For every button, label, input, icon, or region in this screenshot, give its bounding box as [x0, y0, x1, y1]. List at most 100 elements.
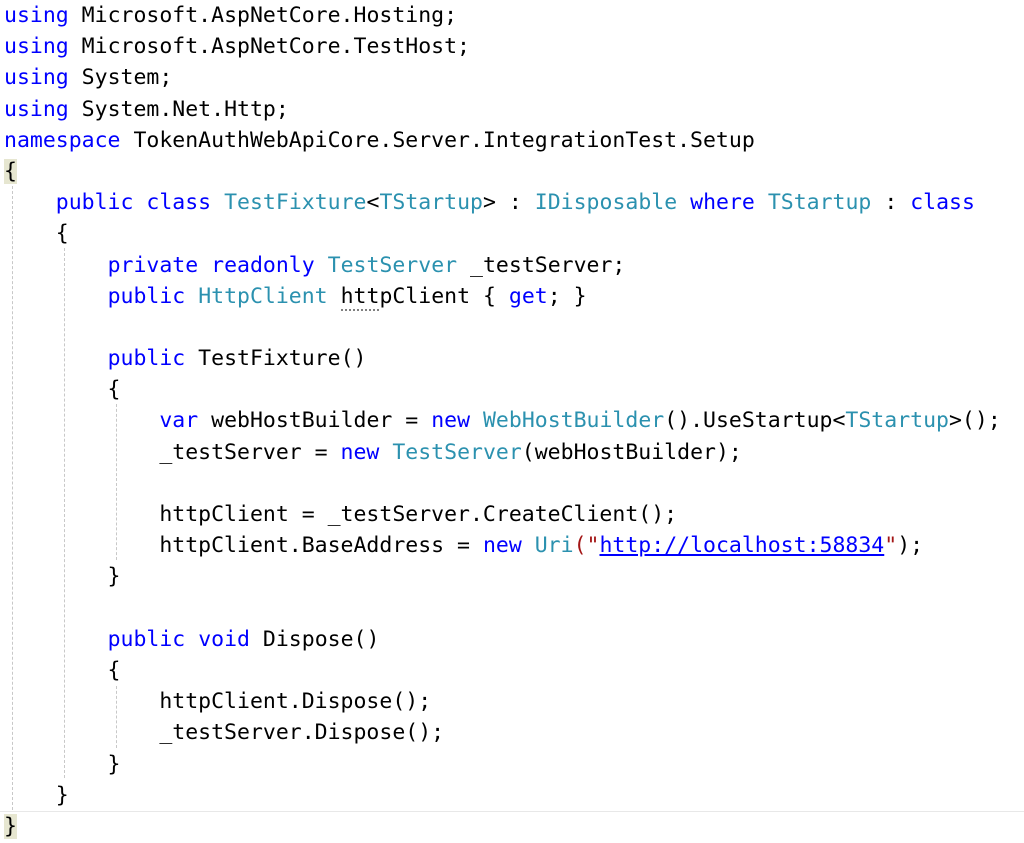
code-line[interactable]: using System;: [4, 62, 1001, 93]
code-line[interactable]: }: [4, 811, 1001, 842]
code-token: }: [4, 564, 121, 590]
code-token: >();: [948, 408, 1001, 434]
code-token: <: [366, 190, 380, 216]
type-token: TStartup: [767, 190, 872, 216]
keyword-token: public: [107, 346, 186, 372]
code-token: _testServer;: [457, 252, 626, 278]
code-line[interactable]: using System.Net.Http;: [4, 94, 1001, 125]
code-token: TestFixture(): [185, 346, 367, 372]
keyword-token: public: [107, 626, 186, 652]
code-line[interactable]: [4, 593, 1001, 624]
matched-brace: }: [4, 813, 17, 839]
code-token: > :: [483, 190, 535, 216]
keyword-token: readonly: [211, 252, 315, 278]
code-line[interactable]: {: [4, 156, 1001, 187]
code-line[interactable]: {: [4, 655, 1001, 686]
url-link[interactable]: http://localhost:58834: [599, 533, 884, 558]
keyword-token: new: [340, 439, 380, 465]
type-token: IDisposable: [534, 190, 678, 216]
keyword-token: public: [55, 190, 134, 216]
keyword-token: using: [4, 96, 69, 122]
keyword-token: void: [198, 626, 250, 652]
code-token: System.Net.Http;: [68, 96, 289, 122]
code-token: _testServer =: [4, 439, 341, 465]
type-token: TestFixture: [224, 190, 367, 216]
code-token: System;: [68, 65, 173, 91]
code-token: }: [4, 751, 121, 777]
keyword-token: where: [690, 190, 755, 216]
code-line[interactable]: public class TestFixture< TStartup > : IDi…: [4, 187, 1001, 218]
code-token: }: [4, 782, 69, 808]
code-line[interactable]: }: [4, 561, 1001, 592]
code-token: Microsoft.AspNetCore.Hosting;: [68, 3, 458, 28]
keyword-token: class: [910, 190, 975, 216]
keyword-token: public: [107, 283, 186, 309]
code-token: ().UseStartup<: [664, 408, 846, 434]
code-token: ; }: [547, 283, 587, 309]
type-token: HttpClient: [198, 283, 328, 309]
code-token: httpClient.BaseAddress =: [4, 533, 483, 559]
code-text[interactable]: using Microsoft.AspNetCore.Hosting; using…: [4, 0, 1001, 842]
string-token: (": [573, 533, 600, 559]
code-line[interactable]: using Microsoft.AspNetCore.Hosting;: [4, 0, 1001, 31]
code-token: {: [4, 221, 69, 247]
type-token: TestServer: [327, 252, 458, 278]
code-line[interactable]: [4, 468, 1001, 499]
keyword-token: new: [482, 533, 522, 559]
code-token: );: [897, 533, 924, 559]
code-token: httpClient = _testServer.CreateClient();: [4, 502, 678, 527]
keyword-token: namespace: [4, 127, 121, 153]
code-line[interactable]: public TestFixture(): [4, 343, 1001, 374]
keyword-token: get: [508, 283, 548, 309]
code-line[interactable]: [4, 312, 1001, 343]
keyword-token: new: [431, 408, 471, 434]
code-token: (webHostBuilder);: [521, 439, 742, 465]
type-token: TestServer: [392, 439, 522, 465]
keyword-token: var: [159, 408, 199, 434]
keyword-token: using: [4, 34, 69, 60]
code-line[interactable]: private readonly TestServer _testServer;: [4, 250, 1001, 281]
keyword-token: class: [146, 190, 212, 216]
code-line[interactable]: public void Dispose(): [4, 624, 1001, 655]
code-token: {: [4, 657, 121, 683]
code-token: {: [4, 377, 121, 403]
code-line[interactable]: httpClient.Dispose();: [4, 686, 1001, 717]
code-line[interactable]: {: [4, 374, 1001, 405]
code-line[interactable]: httpClient = _testServer.CreateClient();: [4, 499, 1001, 530]
code-line[interactable]: var webHostBuilder = new WebHostBuilder(…: [4, 405, 1001, 436]
code-line[interactable]: _testServer = new TestServer(webHostBuil…: [4, 437, 1001, 468]
code-line[interactable]: using Microsoft.AspNetCore.TestHost;: [4, 31, 1001, 62]
code-line[interactable]: httpClient.BaseAddress = new Uri("http:/…: [4, 530, 1001, 561]
code-line[interactable]: }: [4, 780, 1001, 811]
type-token: TStartup: [845, 408, 949, 434]
code-line[interactable]: namespace TokenAuthWebApiCore.Server.Int…: [4, 125, 1001, 156]
code-line[interactable]: {: [4, 218, 1001, 249]
code-token: pClient {: [379, 283, 509, 309]
code-line[interactable]: _testServer.Dispose();: [4, 717, 1001, 748]
code-token: _testServer.Dispose();: [4, 720, 445, 746]
code-token: TokenAuthWebApiCore.Server.IntegrationTe…: [120, 127, 755, 153]
code-editor[interactable]: using Microsoft.AspNetCore.Hosting; using…: [0, 0, 1024, 843]
type-token: WebHostBuilder: [482, 408, 665, 434]
code-token: webHostBuilder =: [198, 408, 432, 434]
warning-squiggle-token: htt: [340, 283, 380, 311]
code-line[interactable]: }: [4, 749, 1001, 780]
code-line[interactable]: public HttpClient httpClient { get; }: [4, 281, 1001, 312]
